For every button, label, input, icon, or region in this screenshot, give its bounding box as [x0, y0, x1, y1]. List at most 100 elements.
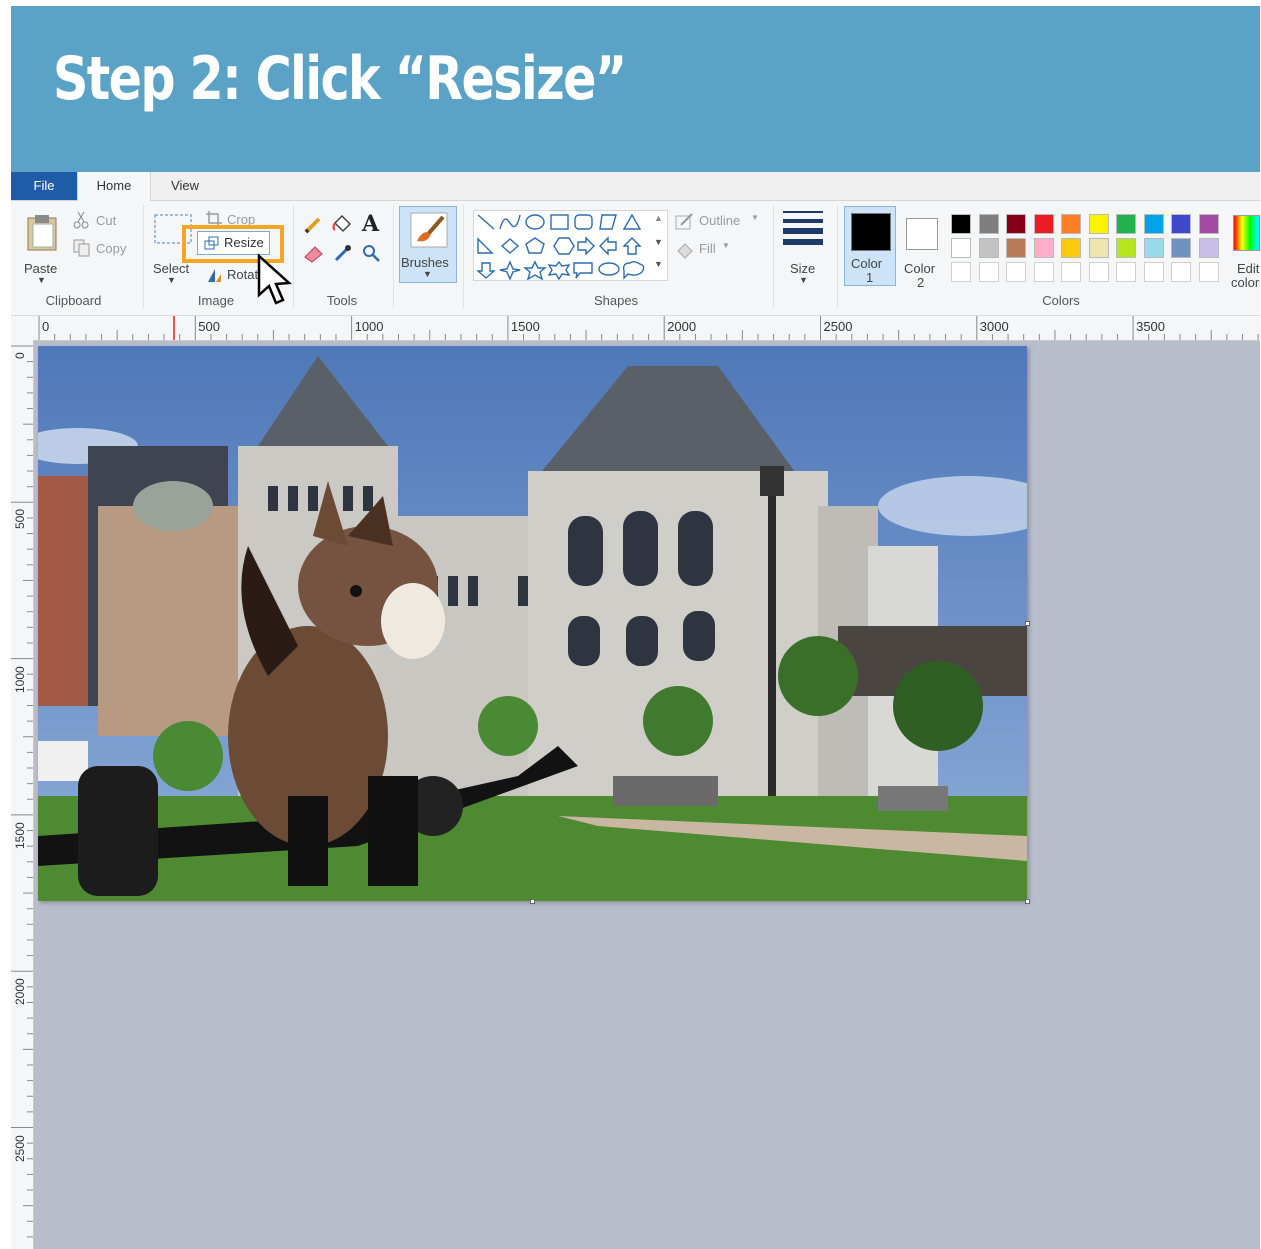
color-picker-icon[interactable] [333, 243, 353, 266]
cut-button[interactable]: Cut [96, 213, 116, 228]
shapes-expand-icon[interactable]: ▼ [654, 259, 663, 269]
copy-icon [73, 239, 91, 260]
palette-swatch[interactable] [1033, 238, 1054, 258]
scissors-icon [73, 211, 89, 232]
palette-swatch[interactable] [1033, 262, 1054, 282]
ruler-label-vertical: 2500 [13, 1134, 27, 1162]
paste-label: Paste [24, 261, 58, 276]
banner-title: Step 2: Click “Resize” [53, 44, 627, 114]
size-dropdown-icon[interactable]: ▼ [799, 275, 808, 285]
copy-button[interactable]: Copy [96, 241, 126, 256]
fill-bucket-icon[interactable] [331, 213, 353, 238]
palette-swatch[interactable] [1171, 262, 1191, 282]
canvas-photo[interactable] [38, 346, 1027, 901]
edit-colors-label-2[interactable]: colors [1231, 275, 1260, 290]
ruler-label-vertical: 2000 [13, 978, 27, 1006]
horizontal-ruler: 0 500 1000 1500 2000 2500 3000 3500 [11, 316, 1260, 341]
fill-icon [675, 241, 695, 262]
resize-handle-corner[interactable] [1025, 899, 1030, 904]
palette-swatch[interactable] [1088, 262, 1109, 282]
color1-button[interactable]: Color 1 [844, 206, 896, 286]
text-tool-icon[interactable]: A [362, 211, 379, 237]
palette-swatch[interactable] [1143, 238, 1164, 258]
outline-dropdown-icon[interactable]: ▼ [751, 213, 759, 222]
tools-group-label: Tools [326, 293, 358, 308]
outline-button[interactable]: Outline [699, 213, 740, 228]
palette-swatch[interactable] [1088, 238, 1109, 258]
vertical-ruler: 0 500 1000 1500 2000 2500 [11, 340, 34, 1249]
palette-swatch[interactable] [1061, 262, 1081, 282]
ruler-label-vertical: 1000 [13, 665, 27, 693]
palette-swatch[interactable] [1006, 262, 1026, 282]
ruler-label: 3000 [979, 319, 1009, 334]
palette-swatch[interactable] [1116, 214, 1136, 234]
color1-swatch [851, 213, 891, 251]
brushes-label: Brushes [401, 255, 449, 270]
size-button[interactable]: Size [790, 261, 815, 276]
paste-icon [27, 215, 57, 251]
palette-swatch[interactable] [978, 238, 999, 258]
palette-swatch[interactable] [1061, 238, 1081, 258]
select-dropdown-icon[interactable]: ▼ [167, 275, 176, 285]
pencil-icon[interactable] [303, 215, 323, 238]
brushes-button[interactable]: Brushes ▼ [399, 206, 457, 283]
edit-colors-icon[interactable] [1233, 215, 1260, 251]
photo-building-donkey [38, 346, 1027, 901]
palette-swatch[interactable] [1033, 214, 1054, 234]
palette-swatch[interactable] [951, 214, 971, 234]
palette-swatch[interactable] [978, 214, 999, 234]
palette-swatch[interactable] [1116, 238, 1136, 258]
paint-window: Step 2: Click “Resize” File Home View Pa… [11, 6, 1260, 1249]
resize-handle-bottom[interactable] [530, 899, 535, 904]
fill-button[interactable]: Fill [699, 241, 716, 256]
magnifier-icon[interactable] [361, 243, 381, 266]
palette-swatch[interactable] [1116, 262, 1136, 282]
color2-swatch[interactable] [906, 218, 938, 250]
palette-swatch[interactable] [978, 262, 999, 282]
paste-dropdown-icon[interactable]: ▼ [37, 275, 46, 285]
divider [773, 205, 774, 309]
palette-swatch[interactable] [1198, 262, 1219, 282]
fill-dropdown-icon[interactable]: ▼ [722, 241, 730, 250]
palette-swatch[interactable] [1143, 214, 1164, 234]
palette-swatch[interactable] [1198, 214, 1219, 234]
resize-handle-right[interactable] [1025, 621, 1030, 626]
eraser-icon[interactable] [303, 243, 325, 266]
palette-swatch[interactable] [1061, 214, 1081, 234]
ruler-label: 500 [198, 319, 220, 334]
ruler-label: 2500 [823, 319, 853, 334]
mouse-cursor-icon [256, 253, 294, 310]
palette-swatch[interactable] [951, 238, 971, 258]
tab-view[interactable]: View [155, 172, 215, 200]
edit-colors-label[interactable]: Edit [1237, 261, 1259, 276]
ruler-label: 3500 [1136, 319, 1166, 334]
ribbon-tab-bar: File Home View [11, 172, 1260, 201]
paste-button[interactable] [25, 213, 59, 254]
shapes-group-label: Shapes [593, 293, 639, 308]
color1-label: Color [851, 256, 883, 271]
palette-swatch[interactable] [1006, 214, 1026, 234]
brush-icon [409, 211, 449, 252]
shapes-scroll-up-icon[interactable]: ▲ [654, 213, 663, 223]
palette-swatch[interactable] [1006, 238, 1026, 258]
palette-swatch[interactable] [1171, 238, 1191, 258]
palette-swatch[interactable] [1198, 238, 1219, 258]
instruction-banner: Step 2: Click “Resize” [11, 6, 1260, 172]
divider [463, 205, 464, 309]
shapes-grid-icon [476, 213, 645, 281]
tab-home[interactable]: Home [77, 172, 151, 201]
tab-file[interactable]: File [11, 172, 77, 200]
ruler-label: 2000 [667, 319, 697, 334]
palette-swatch[interactable] [1143, 262, 1164, 282]
brushes-dropdown-icon: ▼ [423, 269, 432, 279]
size-icon[interactable] [783, 211, 823, 248]
shapes-scroll-down-icon[interactable]: ▼ [654, 237, 663, 247]
palette-swatch[interactable] [1088, 214, 1109, 234]
palette-swatch[interactable] [951, 262, 971, 282]
color1-number: 1 [866, 270, 874, 285]
ruler-label: 1500 [510, 319, 540, 334]
palette-swatch[interactable] [1171, 214, 1191, 234]
ruler-label: 1000 [354, 319, 384, 334]
select-button[interactable]: Select [153, 261, 189, 276]
shapes-gallery[interactable] [473, 210, 668, 281]
